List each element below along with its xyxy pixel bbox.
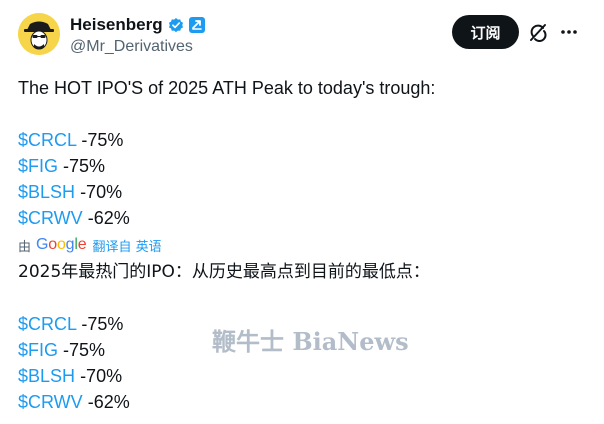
translation-prefix: 由: [18, 239, 32, 255]
cashtag-link[interactable]: $BLSH: [18, 182, 75, 202]
cashtag-link[interactable]: $FIG: [18, 340, 58, 360]
translated-headline: 2025年最热门的IPO：从历史最高点到目前的最低点：: [18, 262, 430, 282]
tweet-card: Heisenberg @Mr_Derivatives 订阅 The HOT IP…: [0, 0, 604, 424]
post-item-row: $BLSH -70%: [18, 179, 122, 205]
translated-item-row: $CRCL -75%: [18, 311, 123, 337]
heisenberg-portrait-icon: [18, 13, 60, 55]
author-display-name[interactable]: Heisenberg: [70, 15, 163, 35]
google-logo: Google: [36, 236, 87, 253]
cashtag-link[interactable]: $CRCL: [18, 314, 76, 334]
author-avatar[interactable]: [18, 13, 60, 55]
post-item-row: $FIG -75%: [18, 153, 105, 179]
subscribe-button[interactable]: 订阅: [452, 15, 519, 49]
grok-icon[interactable]: [528, 22, 548, 42]
cashtag-link[interactable]: $CRWV: [18, 392, 83, 412]
name-row: Heisenberg: [70, 14, 206, 36]
translation-attribution: 由 Google 翻译自 英语: [18, 235, 162, 255]
change-value: -75%: [63, 340, 106, 360]
translated-item-row: $CRWV -62%: [18, 389, 130, 415]
change-value: -75%: [81, 130, 124, 150]
change-value: -70%: [80, 182, 123, 202]
affiliation-badge-icon[interactable]: [188, 16, 206, 34]
cashtag-link[interactable]: $CRWV: [18, 208, 83, 228]
post-item-row: $CRCL -75%: [18, 127, 123, 153]
author-handle[interactable]: @Mr_Derivatives: [70, 38, 206, 56]
cashtag-link[interactable]: $FIG: [18, 156, 58, 176]
change-value: -75%: [63, 156, 106, 176]
cashtag-link[interactable]: $CRCL: [18, 130, 76, 150]
more-options-icon[interactable]: [560, 24, 578, 40]
verified-badge-icon[interactable]: [167, 16, 185, 34]
translated-item-row: $FIG -75%: [18, 337, 105, 363]
change-value: -62%: [87, 392, 130, 412]
change-value: -62%: [87, 208, 130, 228]
post-headline: The HOT IPO'S of 2025 ATH Peak to today'…: [18, 78, 436, 98]
author-info: Heisenberg @Mr_Derivatives: [70, 14, 206, 56]
post-item-row: $CRWV -62%: [18, 205, 130, 231]
translated-item-row: $BLSH -70%: [18, 363, 122, 389]
change-value: -70%: [80, 366, 123, 386]
change-value: -75%: [81, 314, 124, 334]
cashtag-link[interactable]: $BLSH: [18, 366, 75, 386]
translated-from-english-link[interactable]: 翻译自 英语: [92, 236, 161, 255]
bianews-watermark: 鞭牛士 BiaNews: [212, 327, 409, 356]
